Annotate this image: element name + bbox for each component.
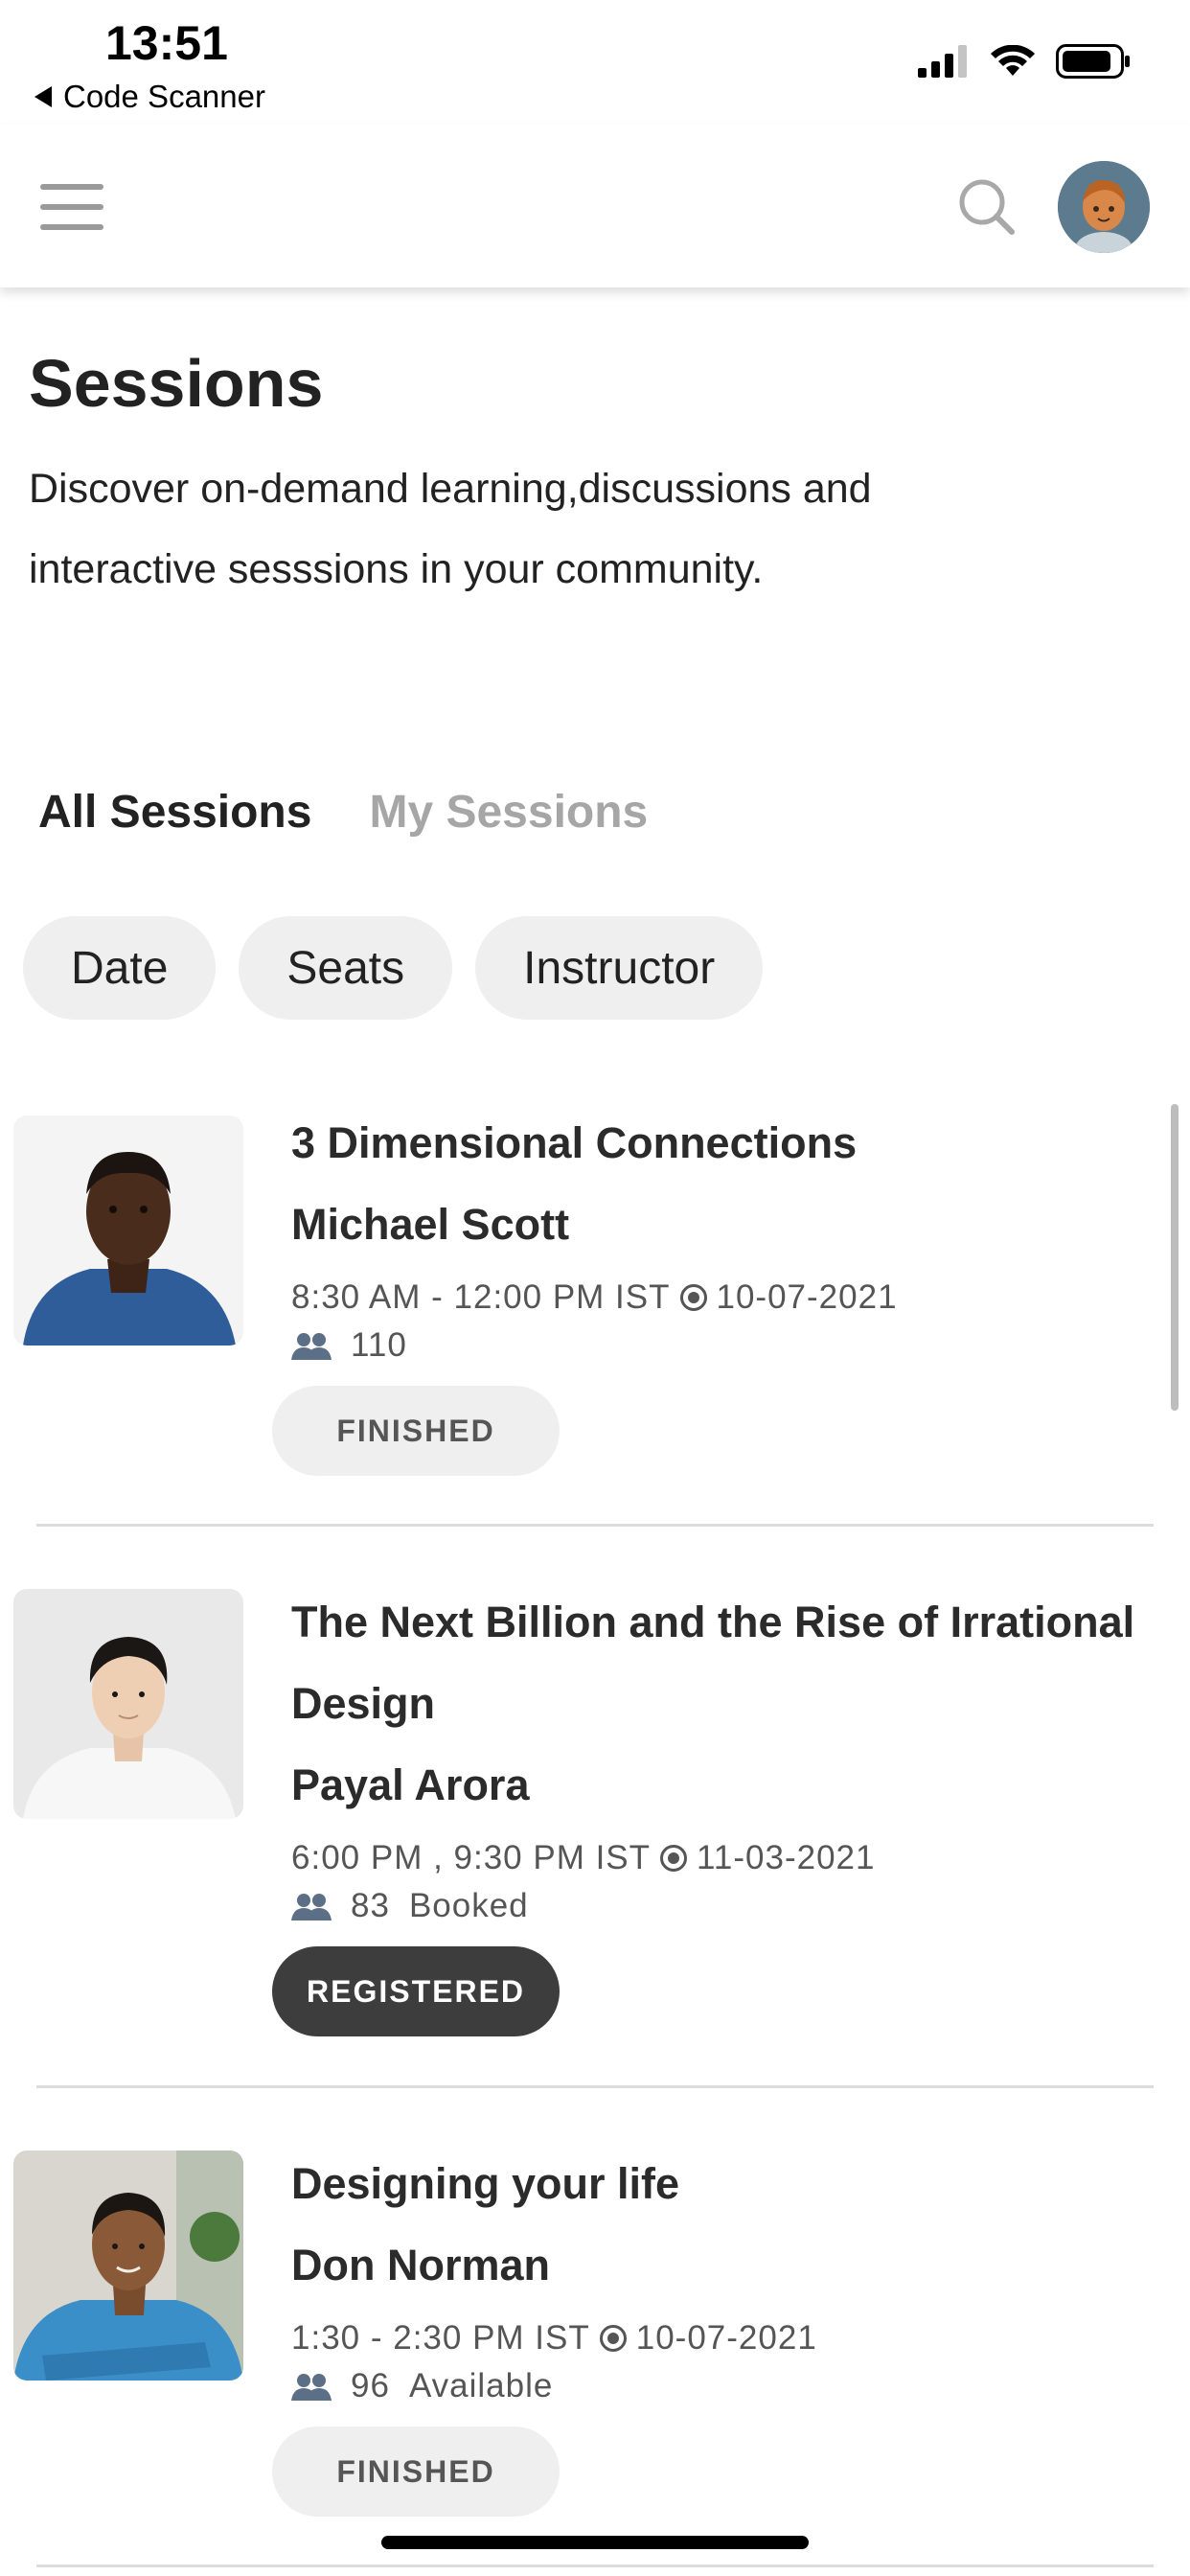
people-icon bbox=[291, 2374, 332, 2401]
wifi-icon bbox=[991, 45, 1035, 76]
filter-chips: Date Seats Instructor bbox=[23, 916, 764, 1020]
divider bbox=[36, 2085, 1154, 2088]
page-description: Discover on-demand learning,discussions … bbox=[29, 466, 872, 592]
session-date: 10-07-2021 bbox=[716, 1278, 898, 1316]
session-title: 3 Dimensional Connections bbox=[291, 1118, 858, 1167]
people-icon bbox=[291, 1894, 332, 1920]
session-card[interactable]: The Next Billion and the Rise of Irratio… bbox=[0, 1581, 1190, 2080]
session-tabs: All Sessions My Sessions bbox=[38, 786, 648, 839]
session-schedule: 1:30 - 2:30 PM IST 10-07-2021 bbox=[291, 2319, 1154, 2358]
status-time: 13:51 bbox=[105, 16, 228, 70]
session-status-button[interactable]: FINISHED bbox=[272, 2426, 560, 2517]
battery-icon bbox=[1056, 44, 1130, 79]
session-title: The Next Billion and the Rise of Irratio… bbox=[291, 1598, 1135, 1728]
seat-count: 110 bbox=[351, 1326, 407, 1364]
session-seats: 83 Booked bbox=[291, 1887, 1154, 1925]
session-seats: 96 Available bbox=[291, 2367, 1154, 2405]
session-title: Designing your life bbox=[291, 2159, 680, 2208]
seat-status: Available bbox=[408, 2367, 554, 2404]
session-time: 6:00 PM , 9:30 PM IST bbox=[291, 1839, 652, 1876]
back-to-app-link[interactable]: Code Scanner bbox=[34, 79, 265, 115]
session-schedule: 8:30 AM - 12:00 PM IST 10-07-2021 bbox=[291, 1278, 1154, 1317]
page-title: Sessions bbox=[29, 346, 324, 421]
tab-all-sessions[interactable]: All Sessions bbox=[38, 786, 311, 839]
session-instructor: Payal Arora bbox=[291, 1760, 530, 1809]
session-date: 10-07-2021 bbox=[635, 2319, 817, 2357]
tab-my-sessions[interactable]: My Sessions bbox=[369, 786, 648, 839]
divider bbox=[36, 1524, 1154, 1527]
people-icon bbox=[291, 1333, 332, 1360]
session-card[interactable]: Designing your life Don Norman 1:30 - 2:… bbox=[0, 2143, 1190, 2574]
seat-status: Booked bbox=[408, 1887, 529, 1924]
back-app-label: Code Scanner bbox=[63, 79, 265, 114]
hamburger-icon[interactable] bbox=[40, 184, 103, 230]
radio-dot-icon bbox=[599, 2325, 627, 2352]
app-header bbox=[0, 125, 1190, 288]
back-arrow-icon bbox=[34, 86, 52, 107]
session-card[interactable]: 3 Dimensional Connections Michael Scott … bbox=[0, 1102, 1190, 1524]
radio-dot-icon bbox=[679, 1284, 707, 1311]
session-instructor: Michael Scott bbox=[291, 1200, 570, 1249]
session-date: 11-03-2021 bbox=[697, 1839, 876, 1876]
session-instructor: Don Norman bbox=[291, 2241, 550, 2289]
seat-count: 83 bbox=[351, 1887, 390, 1924]
session-details: The Next Billion and the Rise of Irratio… bbox=[272, 1581, 1154, 2036]
session-details: Designing your life Don Norman 1:30 - 2:… bbox=[272, 2143, 1154, 2517]
session-time: 1:30 - 2:30 PM IST bbox=[291, 2319, 590, 2357]
filter-chip-instructor[interactable]: Instructor bbox=[475, 916, 764, 1020]
instructor-photo bbox=[13, 2150, 243, 2380]
home-indicator[interactable] bbox=[381, 2536, 809, 2549]
session-time: 8:30 AM - 12:00 PM IST bbox=[291, 1278, 671, 1316]
avatar[interactable] bbox=[1058, 161, 1150, 253]
filter-chip-date[interactable]: Date bbox=[23, 916, 217, 1020]
seat-count: 96 bbox=[351, 2367, 390, 2404]
divider bbox=[36, 2564, 1154, 2567]
session-details: 3 Dimensional Connections Michael Scott … bbox=[272, 1102, 1154, 1476]
status-bar: 13:51 Code Scanner bbox=[0, 0, 1190, 125]
session-seats: 110 bbox=[291, 1326, 1154, 1365]
cellular-signal-icon bbox=[918, 45, 967, 78]
avatar-illustration-icon bbox=[1058, 161, 1150, 253]
instructor-photo bbox=[13, 1116, 243, 1346]
instructor-photo bbox=[13, 1589, 243, 1819]
radio-dot-icon bbox=[660, 1845, 688, 1872]
filter-chip-seats[interactable]: Seats bbox=[239, 916, 453, 1020]
session-status-button[interactable]: REGISTERED bbox=[272, 1946, 560, 2036]
search-icon[interactable] bbox=[956, 176, 1018, 238]
session-status-button[interactable]: FINISHED bbox=[272, 1386, 560, 1476]
session-schedule: 6:00 PM , 9:30 PM IST 11-03-2021 bbox=[291, 1839, 1154, 1877]
status-icons bbox=[918, 44, 1131, 79]
